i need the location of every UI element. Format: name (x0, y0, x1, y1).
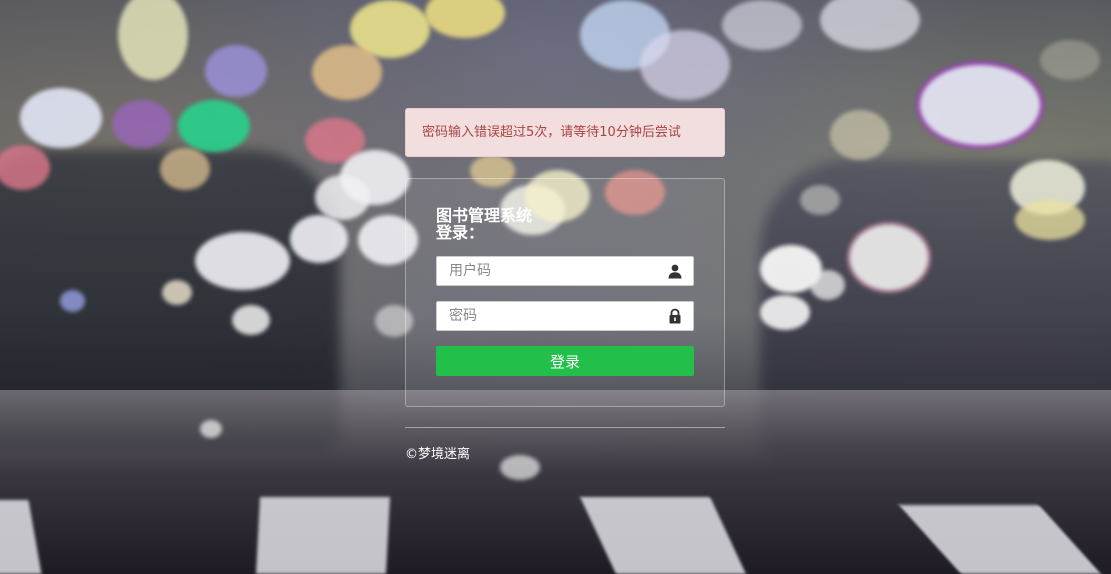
error-alert-message: 密码输入错误超过5次，请等待10分钟后尝试 (422, 125, 681, 140)
username-field[interactable] (436, 256, 694, 286)
password-field[interactable] (436, 301, 694, 331)
copyright-text: ©梦境迷离 (405, 447, 471, 462)
password-input[interactable] (437, 302, 669, 330)
user-icon (668, 264, 682, 279)
error-alert: 密码输入错误超过5次，请等待10分钟后尝试 (405, 108, 725, 157)
footer-divider (405, 427, 725, 428)
username-input[interactable] (437, 257, 669, 285)
login-panel: 图书管理系统登录： 登录 (405, 178, 725, 407)
login-title: 图书管理系统登录： (436, 206, 533, 242)
lock-icon (669, 308, 681, 324)
login-button[interactable]: 登录 (436, 346, 694, 376)
